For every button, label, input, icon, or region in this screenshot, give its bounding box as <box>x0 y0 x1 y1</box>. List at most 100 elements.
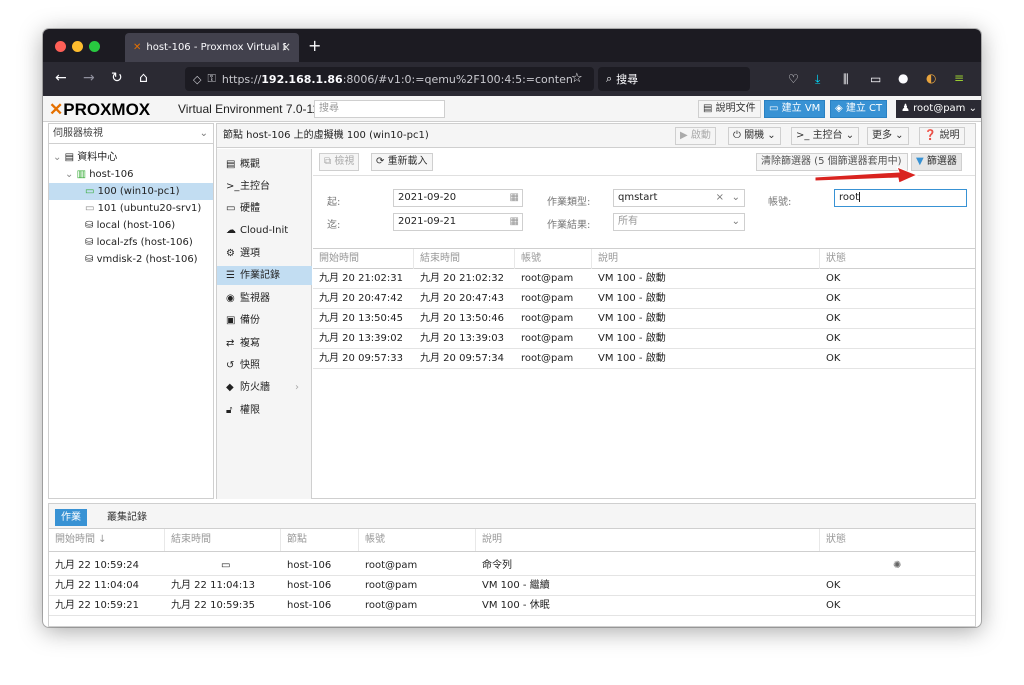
download-icon[interactable]: ⤓ <box>815 72 820 87</box>
tree-item-storage-local[interactable]: ⛁ local (host-106) <box>85 217 175 234</box>
back-icon[interactable]: ← <box>55 70 67 86</box>
cell-start: 九月 20 09:57:33 <box>319 353 403 364</box>
new-tab-icon[interactable]: + <box>308 36 321 55</box>
bottom-grid-header: 開始時間 ↓ 結束時間 節點 帳號 說明 狀態 <box>49 529 975 552</box>
tab-cluster-log[interactable]: 叢集記錄 <box>101 509 153 526</box>
chevron-down-icon[interactable]: ⌄ <box>732 190 740 206</box>
column-header-status[interactable]: 狀態 <box>820 249 975 269</box>
table-row[interactable]: 九月 20 21:02:31 九月 20 21:02:32 root@pam V… <box>313 269 975 289</box>
reload-icon[interactable]: ↻ <box>111 70 123 86</box>
from-date-field[interactable]: 2021-09-20 ▦ <box>393 189 523 207</box>
cell-desc: VM 100 - 啟動 <box>598 353 666 364</box>
global-search-input[interactable]: 搜尋 <box>314 100 445 118</box>
menu-item-backup[interactable]: ▣ 備份 <box>217 311 312 330</box>
tree-item-datacenter[interactable]: ⌄ ▤ 資料中心 <box>53 149 117 166</box>
column-header-end[interactable]: 結束時間 <box>414 249 515 269</box>
menu-item-snapshots[interactable]: ↺ 快照 <box>217 356 312 375</box>
tree-item-vm-100[interactable]: ▭ 100 (win10-pc1) <box>49 183 213 200</box>
docs-button[interactable]: ▤ 說明文件 <box>698 100 761 118</box>
minimize-window-icon[interactable] <box>72 41 83 52</box>
column-header-start[interactable]: 開始時間 <box>313 249 414 269</box>
view-button[interactable]: ⧉ 檢視 <box>319 153 360 171</box>
library-icon[interactable]: ⫼ <box>843 72 849 87</box>
table-row[interactable]: 九月 22 10:59:21 九月 22 10:59:35 host-106 r… <box>49 596 975 616</box>
menu-item-cloud-init[interactable]: ☁ Cloud-Init <box>217 221 312 240</box>
home-icon[interactable]: ⌂ <box>139 70 148 86</box>
column-header-status[interactable]: 狀態 <box>820 529 975 551</box>
floppy-icon: ▣ <box>226 315 236 326</box>
menu-icon[interactable]: ≡ <box>954 71 964 85</box>
table-row[interactable]: 九月 22 10:59:24 ▭ host-106 root@pam 命令列 ✺ <box>49 556 975 576</box>
proxmox-favicon-icon: ✕ <box>133 42 142 53</box>
sidebar-icon[interactable]: ▭ <box>870 72 881 86</box>
menu-item-firewall[interactable]: ◆ 防火牆 › <box>217 378 312 397</box>
tree-item-vm-101[interactable]: ▭ 101 (ubuntu20-srv1) <box>85 200 201 217</box>
column-header-desc[interactable]: 說明 <box>592 249 820 269</box>
account-icon[interactable]: ● <box>898 71 908 85</box>
cell-desc: VM 100 - 啟動 <box>598 313 666 324</box>
task-result-combo[interactable]: 所有 ⌄ <box>613 213 745 231</box>
browser-tab[interactable]: ✕ host-106 - Proxmox Virtual Envi × <box>125 33 299 62</box>
shutdown-button[interactable]: ⏻ 關機 ⌄ <box>728 127 781 145</box>
cell-desc: VM 100 - 啟動 <box>598 273 666 284</box>
menu-item-replication[interactable]: ⇄ 複寫 <box>217 334 312 353</box>
menu-item-options[interactable]: ⚙ 選項 <box>217 244 312 263</box>
tree-item-storage-local-zfs[interactable]: ⛁ local-zfs (host-106) <box>85 234 193 251</box>
vm-running-icon: ▭ <box>85 186 98 197</box>
zoom-window-icon[interactable] <box>89 41 100 52</box>
view-selector[interactable]: 伺服器檢視 ⌄ <box>49 124 213 144</box>
start-button[interactable]: ▶ 啟動 <box>675 127 716 145</box>
create-vm-button[interactable]: ▭ 建立 VM <box>764 100 826 118</box>
menu-item-console[interactable]: >_主控台 <box>217 177 312 196</box>
menu-item-monitor[interactable]: ◉ 監視器 <box>217 289 312 308</box>
browser-search-bar[interactable]: ⌕ 搜尋 <box>598 67 750 91</box>
task-grid-header: 開始時間 結束時間 帳號 說明 狀態 <box>313 248 975 269</box>
column-header-user[interactable]: 帳號 <box>515 249 592 269</box>
calendar-icon[interactable]: ▦ <box>510 214 519 230</box>
console-button[interactable]: >_ 主控台 ⌄ <box>791 127 860 145</box>
column-header-start[interactable]: 開始時間 ↓ <box>49 529 165 551</box>
bookmark-star-icon[interactable]: ☆ <box>571 71 583 86</box>
column-header-desc[interactable]: 說明 <box>476 529 820 551</box>
column-header-node[interactable]: 節點 <box>281 529 359 551</box>
cell-start: 九月 22 10:59:21 <box>55 600 139 611</box>
lock-icon: ⚿ <box>207 72 216 85</box>
cell-start: 九月 20 20:47:42 <box>319 293 403 304</box>
url-bar[interactable]: ◇ ⚿ https://192.168.1.86:8006/#v1:0:=qem… <box>185 67 594 91</box>
close-tab-icon[interactable]: × <box>281 40 291 54</box>
more-button[interactable]: 更多 ⌄ <box>867 127 909 145</box>
menu-item-hardware[interactable]: ▭ 硬體 <box>217 199 312 218</box>
table-row[interactable]: 九月 22 11:04:04 九月 22 11:04:13 host-106 r… <box>49 576 975 596</box>
extension-icon[interactable]: ◐ <box>926 71 936 85</box>
menu-item-task-history[interactable]: ☰ 作業記錄 <box>217 266 312 285</box>
tab-tasks[interactable]: 作業 <box>55 509 87 526</box>
menu-item-summary[interactable]: ▤ 概觀 <box>217 155 312 174</box>
to-date-field[interactable]: 2021-09-21 ▦ <box>393 213 523 231</box>
url-host: 192.168.1.86 <box>261 72 343 86</box>
table-row[interactable]: 九月 20 13:50:45 九月 20 13:50:46 root@pam V… <box>313 309 975 329</box>
task-type-combo[interactable]: qmstart × ⌄ <box>613 189 745 207</box>
menu-item-permissions[interactable]: 🔓︎ 權限 <box>217 401 312 420</box>
pocket-icon[interactable]: ♡ <box>788 72 799 86</box>
table-row[interactable]: 九月 20 09:57:33 九月 20 09:57:34 root@pam V… <box>313 349 975 369</box>
table-row[interactable]: 九月 20 20:47:42 九月 20 20:47:43 root@pam V… <box>313 289 975 309</box>
storage-icon: ⛁ <box>85 220 97 231</box>
forward-icon[interactable]: → <box>83 70 95 86</box>
help-button[interactable]: ❓ 說明 <box>919 127 965 145</box>
tree-item-host[interactable]: ⌄ ▥ host-106 <box>65 166 134 183</box>
calendar-icon[interactable]: ▦ <box>510 190 519 206</box>
bottom-task-panel: 作業 叢集記錄 開始時間 ↓ 結束時間 節點 帳號 說明 狀態 九月 22 10… <box>48 503 976 627</box>
cell-start: 九月 22 10:59:24 <box>55 560 139 571</box>
column-header-user[interactable]: 帳號 <box>359 529 476 551</box>
reload-button[interactable]: ⟳ 重新載入 <box>371 153 433 171</box>
user-menu-button[interactable]: ♟ root@pam ⌄ <box>896 100 981 118</box>
cell-end: 九月 20 13:39:03 <box>420 333 504 344</box>
clear-icon[interactable]: × <box>716 190 724 206</box>
cell-desc: 命令列 <box>482 560 512 571</box>
tree-item-storage-vmdisk-2[interactable]: ⛁ vmdisk-2 (host-106) <box>85 251 198 268</box>
column-header-end[interactable]: 結束時間 <box>165 529 281 551</box>
table-row[interactable]: 九月 20 13:39:02 九月 20 13:39:03 root@pam V… <box>313 329 975 349</box>
create-ct-button[interactable]: ◈ 建立 CT <box>830 100 888 118</box>
chevron-down-icon[interactable]: ⌄ <box>732 214 740 230</box>
close-window-icon[interactable] <box>55 41 66 52</box>
